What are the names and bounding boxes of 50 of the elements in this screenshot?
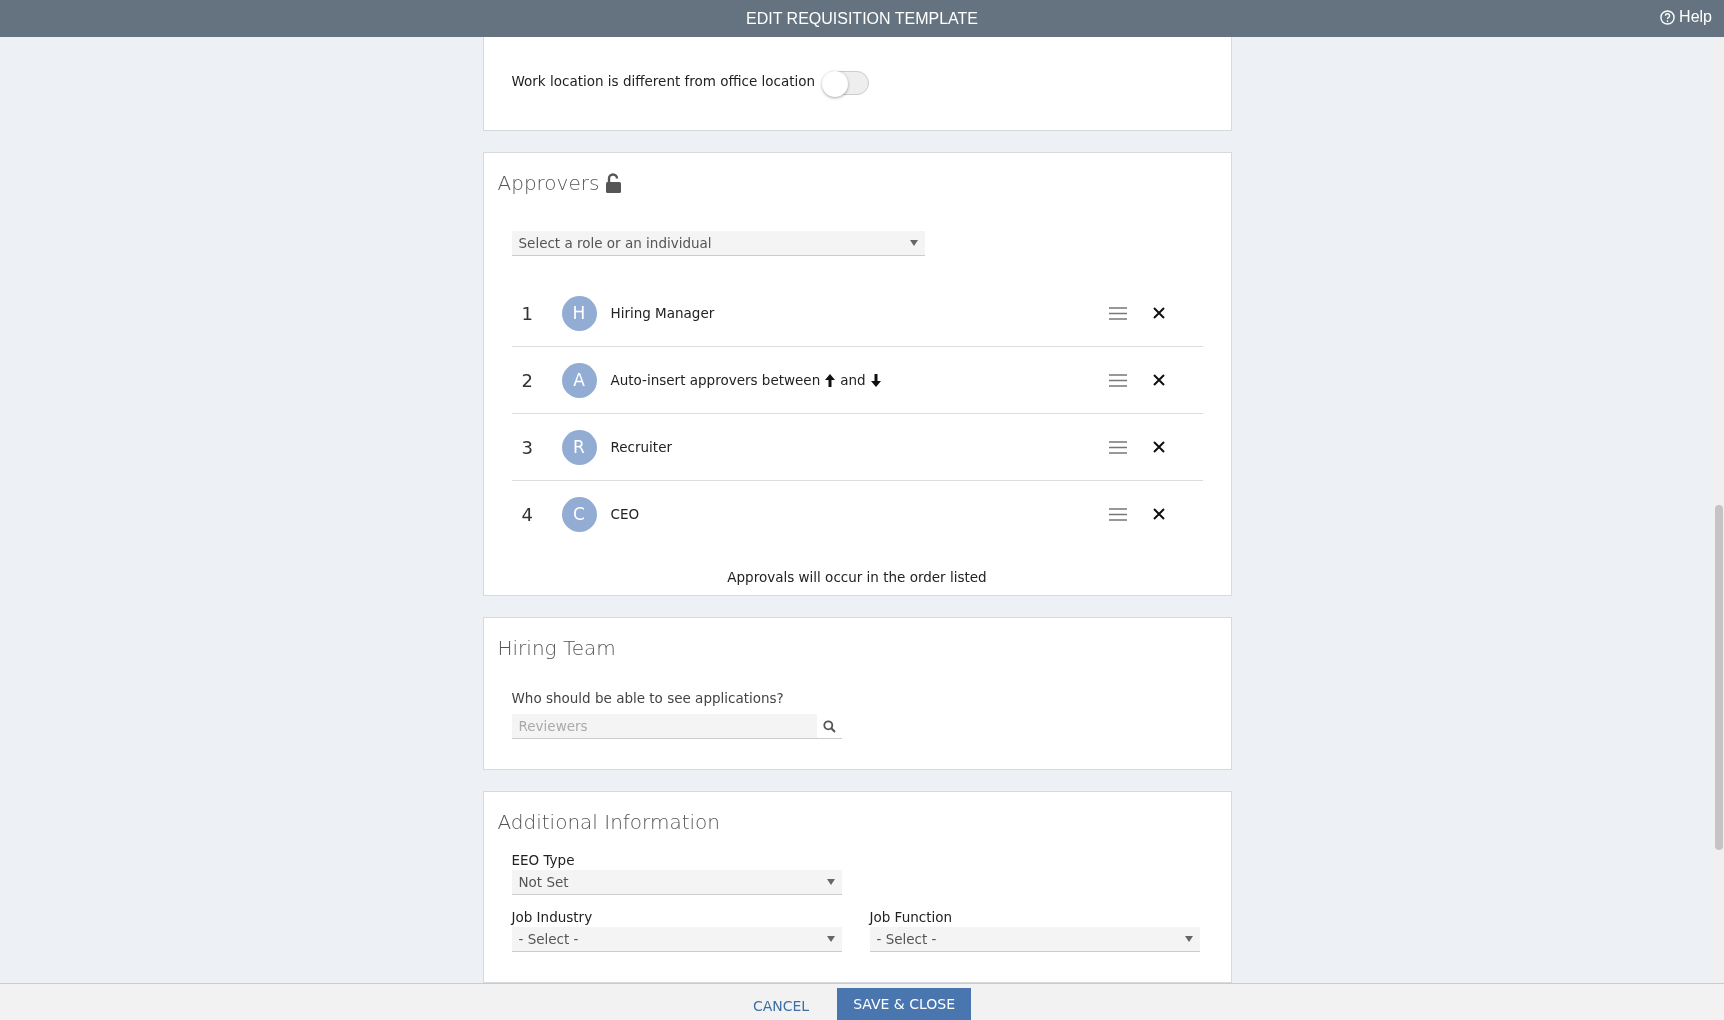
caret-icon <box>826 879 835 885</box>
field-label: Who should be able to see applications? <box>511 690 785 706</box>
dropdown[interactable]: Not Set <box>511 870 842 895</box>
role-select[interactable]: Select a role or an individual <box>511 231 925 256</box>
save-button[interactable]: SAVE & CLOSE <box>837 988 972 1020</box>
approver-name: Recruiter <box>610 439 672 455</box>
caret-icon <box>826 936 835 942</box>
toggle-switch[interactable] <box>823 71 870 95</box>
section-title: Additional Information <box>497 810 721 834</box>
scrollbar[interactable] <box>1714 37 1724 983</box>
avatar-initial: H <box>561 295 597 331</box>
close-icon[interactable] <box>1152 441 1165 453</box>
avatar-initial: R <box>561 429 597 465</box>
drag-handle-icon[interactable] <box>1108 507 1127 521</box>
field-label: Job Function <box>869 909 954 925</box>
approver-number: 1 <box>521 302 533 324</box>
help-link[interactable]: Help <box>1660 8 1712 26</box>
search-icon[interactable] <box>822 719 836 733</box>
close-icon[interactable] <box>1152 508 1165 520</box>
approver-label: and <box>840 372 866 388</box>
arrow-up-icon <box>825 373 836 387</box>
section-title: Hiring Team <box>497 636 616 660</box>
approver-number: 3 <box>521 436 533 458</box>
drag-handle-icon[interactable] <box>1108 373 1127 387</box>
approver-name: CEO <box>610 506 640 522</box>
field-label: Job Industry <box>511 909 594 925</box>
approver-label: Auto-insert approvers between <box>610 372 821 388</box>
approver-number: 4 <box>521 503 533 525</box>
close-icon[interactable] <box>1152 374 1165 386</box>
toggle-label: Work location is different from office location <box>511 73 816 89</box>
drag-handle-icon[interactable] <box>1108 440 1127 454</box>
close-icon[interactable] <box>1152 307 1165 319</box>
field-label: EEO Type <box>511 852 576 868</box>
approver-number: 2 <box>521 369 533 391</box>
cancel-button[interactable]: CANCEL <box>752 988 810 1020</box>
dropdown[interactable]: - Select - <box>511 927 842 952</box>
window-title: EDIT REQUISITION TEMPLATE <box>745 9 978 28</box>
caret-icon <box>1184 936 1193 942</box>
drag-handle-icon[interactable] <box>1108 306 1127 320</box>
avatar-initial: A <box>561 362 597 398</box>
avatar-initial: C <box>561 496 597 532</box>
reviewers-search-field[interactable]: Reviewers <box>511 714 817 739</box>
section-title: Approvers <box>497 171 600 195</box>
help-icon <box>1660 9 1676 25</box>
approval-note: Approvals will occur in the order listed <box>726 568 988 587</box>
caret-icon <box>909 240 918 246</box>
arrow-down-icon <box>870 373 881 387</box>
approver-name: Hiring Manager <box>610 305 715 321</box>
dropdown[interactable]: - Select - <box>869 927 1200 952</box>
unlock-icon <box>605 173 623 193</box>
